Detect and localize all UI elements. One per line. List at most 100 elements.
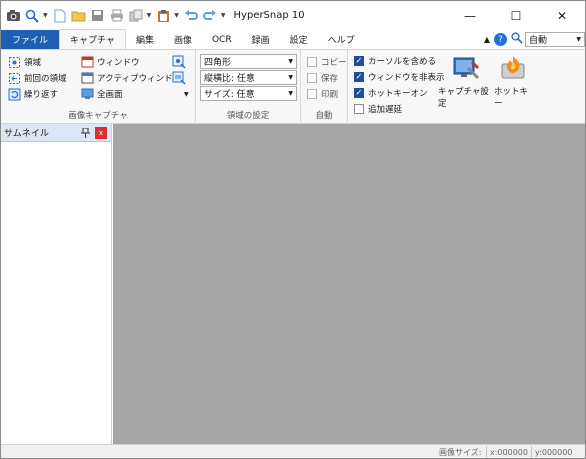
hotkeys-label: ホットキー bbox=[494, 87, 529, 109]
hotkey-on-checkbox[interactable]: ✓ ホットキーオン bbox=[354, 85, 428, 101]
print-icon[interactable] bbox=[109, 8, 125, 24]
zoom-value: 自動 bbox=[529, 36, 548, 46]
tab-file[interactable]: ファイル bbox=[1, 30, 60, 49]
app-window: ▼ ▼ ▼ ▼ HyperSnap 10 — ☐ ✕ ファイル キャプチャ 編集… bbox=[0, 0, 586, 459]
window-icon bbox=[80, 55, 94, 69]
chevron-down-icon: ▼ bbox=[576, 36, 581, 43]
capture-extra-button-2[interactable] bbox=[172, 70, 189, 86]
scroll-capture-icon bbox=[172, 55, 186, 69]
prev-region-label: 前回の領域 bbox=[24, 74, 67, 84]
app-camera-icon[interactable] bbox=[5, 8, 21, 24]
window-controls: — ☐ ✕ bbox=[447, 1, 585, 30]
shape-value: 四角形 bbox=[204, 58, 232, 68]
include-cursor-checkbox[interactable]: ✓ カーソルを含める bbox=[354, 53, 436, 69]
add-delay-checkbox[interactable]: 追加遅延 bbox=[354, 101, 402, 117]
ribbon-right-controls: ▲ ? 自動 ▼ bbox=[484, 30, 585, 49]
checkbox-icon bbox=[307, 89, 317, 99]
size-select[interactable]: サイズ: 任意 ▼ bbox=[200, 86, 297, 101]
region-icon bbox=[7, 55, 21, 69]
redo-icon[interactable] bbox=[202, 8, 218, 24]
hotkeys-button[interactable]: ホットキー bbox=[494, 54, 532, 109]
tab-edit[interactable]: 編集 bbox=[126, 30, 164, 49]
maximize-button[interactable]: ☐ bbox=[493, 1, 539, 30]
open-folder-icon[interactable] bbox=[71, 8, 87, 24]
zoom-select[interactable]: 自動 ▼ bbox=[525, 32, 585, 47]
checkbox-icon bbox=[354, 104, 364, 114]
thumbnail-close-button[interactable]: x bbox=[95, 127, 107, 139]
thumbnail-panel: サムネイル x bbox=[1, 124, 112, 444]
hide-window-checkbox[interactable]: ✓ ウィンドウを非表示 bbox=[354, 69, 445, 85]
copy-icon[interactable] bbox=[128, 8, 144, 24]
minimize-button[interactable]: — bbox=[447, 1, 493, 30]
image-canvas[interactable] bbox=[113, 124, 585, 444]
capture-more-dropdown[interactable]: ▼ bbox=[184, 86, 189, 102]
zoom-dropdown-icon[interactable]: ▼ bbox=[43, 12, 48, 19]
y-coordinate: y:000000 bbox=[531, 446, 572, 458]
repeat-button[interactable]: 繰り返す bbox=[7, 86, 58, 102]
tab-capture[interactable]: キャプチャ bbox=[59, 29, 126, 49]
thumbnail-panel-header: サムネイル x bbox=[1, 124, 111, 142]
app-title: HyperSnap 10 bbox=[233, 10, 305, 21]
region-group-label: 領域の設定 bbox=[226, 111, 270, 121]
hide-window-label: ウィンドウを非表示 bbox=[368, 73, 445, 83]
region-settings-group: 四角形 ▼ 縦横比: 任意 ▼ サイズ: 任意 ▼ 領域の設定 bbox=[196, 50, 301, 124]
button-capture-icon bbox=[172, 71, 186, 85]
chevron-down-icon: ▼ bbox=[184, 90, 189, 98]
shape-select[interactable]: 四角形 ▼ bbox=[200, 54, 297, 69]
new-file-icon[interactable] bbox=[52, 8, 68, 24]
window-button[interactable]: ウィンドウ bbox=[80, 54, 140, 70]
add-delay-label: 追加遅延 bbox=[368, 105, 403, 115]
prev-region-button[interactable]: 前回の領域 bbox=[7, 70, 67, 86]
capture-extra-button-1[interactable] bbox=[172, 54, 189, 70]
undo-icon[interactable] bbox=[183, 8, 199, 24]
chevron-down-icon: ▼ bbox=[288, 90, 293, 97]
status-bar: 画像サイズ: x:000000 y:000000 bbox=[1, 444, 585, 458]
full-screen-label: 全画面 bbox=[97, 90, 123, 100]
options-group: ✓ カーソルを含める ✓ ウィンドウを非表示 ✓ ホットキーオン 追加遅延 キャ… bbox=[348, 50, 585, 124]
auto-print-label: 印刷 bbox=[321, 90, 339, 100]
prev-region-icon bbox=[7, 71, 21, 85]
thumbnail-panel-title: サムネイル bbox=[4, 129, 49, 139]
checkbox-icon bbox=[307, 73, 317, 83]
tab-settings[interactable]: 設定 bbox=[280, 30, 318, 49]
repeat-icon bbox=[7, 87, 21, 101]
capture-settings-button[interactable]: キャプチャ設定 bbox=[438, 54, 496, 109]
quick-access-toolbar: ▼ ▼ ▼ ▼ HyperSnap 10 bbox=[1, 1, 305, 30]
paste-dropdown-icon[interactable]: ▼ bbox=[174, 12, 179, 19]
chevron-down-icon: ▼ bbox=[288, 74, 293, 81]
tab-ocr[interactable]: OCR bbox=[202, 30, 242, 49]
checkbox-icon bbox=[307, 57, 317, 67]
capture-group-label: 画像キャプチャ bbox=[68, 111, 128, 121]
customize-toolbar-icon[interactable]: ▼ bbox=[221, 12, 226, 19]
auto-copy-label: コピー bbox=[321, 58, 347, 68]
capture-settings-label: キャプチャ設定 bbox=[438, 87, 489, 109]
checkmark-icon: ✓ bbox=[354, 88, 364, 98]
paste-icon[interactable] bbox=[155, 8, 171, 24]
title-bar: ▼ ▼ ▼ ▼ HyperSnap 10 — ☐ ✕ bbox=[1, 1, 585, 30]
auto-save-label: 保存 bbox=[321, 74, 339, 84]
auto-group: コピー 保存 印刷 自動 bbox=[301, 50, 348, 124]
save-icon[interactable] bbox=[90, 8, 106, 24]
aspect-select[interactable]: 縦横比: 任意 ▼ bbox=[200, 70, 297, 85]
zoom-icon[interactable] bbox=[24, 8, 40, 24]
pin-icon[interactable] bbox=[80, 127, 91, 138]
active-window-button[interactable]: アクティブウィンドウ bbox=[80, 70, 181, 86]
hotkeys-icon bbox=[498, 54, 528, 85]
checkmark-icon: ✓ bbox=[354, 72, 364, 82]
close-button[interactable]: ✕ bbox=[539, 1, 585, 30]
tab-record[interactable]: 録画 bbox=[242, 30, 280, 49]
tab-image[interactable]: 画像 bbox=[164, 30, 202, 49]
tab-help[interactable]: ヘルプ bbox=[318, 30, 365, 49]
help-icon[interactable]: ? bbox=[494, 33, 507, 46]
auto-copy-checkbox[interactable]: コピー bbox=[307, 54, 347, 70]
full-screen-button[interactable]: 全画面 bbox=[80, 86, 123, 102]
collapse-ribbon-icon[interactable]: ▲ bbox=[484, 35, 490, 44]
capture-settings-icon bbox=[452, 54, 482, 85]
auto-print-checkbox[interactable]: 印刷 bbox=[307, 86, 338, 102]
size-value: サイズ: 任意 bbox=[204, 90, 255, 100]
region-button[interactable]: 領域 bbox=[7, 54, 41, 70]
repeat-label: 繰り返す bbox=[24, 90, 59, 100]
ribbon-panel: 領域 前回の領域 繰り返す ウィンドウ アクティブウィンドウ 全画面 ▼ 画像キ… bbox=[1, 49, 585, 124]
auto-save-checkbox[interactable]: 保存 bbox=[307, 70, 338, 86]
copy-dropdown-icon[interactable]: ▼ bbox=[147, 12, 152, 19]
